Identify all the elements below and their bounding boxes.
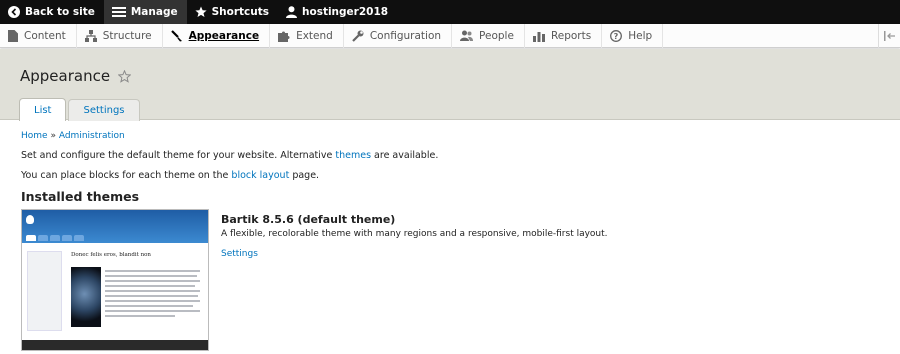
intro-text-1b: are available. — [371, 150, 439, 161]
user-menu-button[interactable]: hostinger2018 — [278, 0, 397, 24]
tray-item-extend[interactable]: Extend — [270, 23, 344, 48]
theme-bartik: Donec felis eros, blandit non Bartik 8.5… — [21, 209, 608, 351]
tray-item-appearance[interactable]: Appearance — [163, 23, 271, 48]
screenshot-tab — [26, 235, 36, 241]
screenshot-text-line — [105, 270, 200, 272]
tray-item-reports[interactable]: Reports — [525, 23, 603, 48]
page-title-text: Appearance — [20, 67, 111, 85]
intro-text-1a: Set and configure the default theme for … — [21, 150, 336, 161]
help-icon: ? — [610, 29, 623, 42]
screenshot-tab — [62, 235, 72, 241]
tray-label-appearance: Appearance — [188, 29, 260, 42]
screenshot-logo — [26, 215, 34, 224]
star-icon — [194, 6, 207, 17]
admin-toolbar: Back to site Manage Shortcuts hostinger2… — [0, 0, 900, 24]
page-title: Appearance — [20, 67, 132, 85]
tray-orientation-toggle[interactable] — [878, 24, 900, 48]
tab-settings[interactable]: Settings — [68, 99, 140, 121]
screenshot-text-line — [105, 305, 193, 307]
orientation-toggle-icon — [883, 31, 895, 41]
shortcuts-label: Shortcuts — [211, 6, 269, 18]
screenshot-text-line — [105, 300, 200, 302]
tray-item-content[interactable]: Content — [0, 23, 77, 48]
tray-label-configuration: Configuration — [369, 29, 442, 42]
screenshot-sidebar — [27, 251, 62, 331]
tray-label-reports: Reports — [550, 29, 592, 42]
tray-item-help[interactable]: ? Help — [602, 23, 664, 48]
screenshot-text-line — [105, 295, 198, 297]
screenshot-footer — [22, 340, 208, 350]
themes-link[interactable]: themes — [335, 150, 371, 161]
theme-name: Bartik 8.5.6 (default theme) — [221, 213, 396, 226]
primary-tabs: List Settings — [19, 98, 142, 121]
wrench-icon — [352, 30, 364, 42]
screenshot-text-line — [105, 310, 200, 312]
screenshot-tab — [38, 235, 48, 241]
tray-label-extend: Extend — [296, 29, 333, 42]
page-header: Appearance List Settings — [0, 49, 900, 121]
menu-icon — [111, 7, 126, 17]
tray-label-help: Help — [628, 29, 653, 42]
breadcrumb-separator: » — [50, 131, 56, 141]
screenshot-text-line — [105, 280, 200, 282]
screenshot-text-line — [105, 315, 175, 317]
tray-item-people[interactable]: People — [452, 23, 525, 48]
intro-text-themes: Set and configure the default theme for … — [21, 150, 881, 161]
screenshot-text-line — [105, 275, 197, 277]
installed-themes-heading: Installed themes — [21, 189, 140, 204]
screenshot-text-line — [105, 285, 195, 287]
back-arrow-icon — [8, 6, 20, 18]
admin-tray: Content Structure Appearance Extend Conf… — [0, 23, 900, 48]
tray-label-structure: Structure — [102, 29, 152, 42]
user-name-label: hostinger2018 — [302, 6, 389, 18]
screenshot-tab — [50, 235, 60, 241]
theme-description: A flexible, recolorable theme with many … — [221, 229, 608, 239]
intro-text-2a: You can place blocks for each theme on t… — [21, 170, 232, 181]
structure-icon — [84, 29, 97, 42]
block-layout-link[interactable]: block layout — [231, 170, 289, 181]
theme-settings-link[interactable]: Settings — [221, 249, 608, 259]
tab-list[interactable]: List — [19, 98, 67, 121]
breadcrumb-home[interactable]: Home — [21, 131, 48, 141]
people-icon — [460, 30, 474, 41]
back-to-site-link[interactable]: Back to site — [0, 0, 104, 24]
screenshot-earth-image — [71, 267, 101, 327]
manage-label: Manage — [130, 6, 178, 18]
breadcrumb: Home » Administration — [21, 131, 881, 141]
main-content: Home » Administration Set and configure … — [21, 131, 881, 204]
user-icon — [286, 6, 297, 18]
paintbrush-icon — [170, 29, 182, 41]
back-to-site-label: Back to site — [25, 6, 95, 18]
intro-text-blocks: You can place blocks for each theme on t… — [21, 170, 881, 181]
tray-label-content: Content — [24, 29, 66, 42]
shortcut-star-icon[interactable] — [118, 69, 132, 83]
screenshot-header — [22, 210, 208, 243]
svg-text:?: ? — [614, 32, 619, 41]
screenshot-title: Donec felis eros, blandit non — [71, 252, 151, 258]
shortcuts-button[interactable]: Shortcuts — [187, 0, 278, 24]
tray-item-structure[interactable]: Structure — [77, 23, 163, 48]
puzzle-icon — [278, 31, 290, 42]
screenshot-tabs — [26, 235, 86, 241]
tray-label-people: People — [479, 29, 514, 42]
intro-text-2b: page. — [289, 170, 320, 181]
bar-chart-icon — [532, 31, 545, 42]
tray-item-configuration[interactable]: Configuration — [344, 23, 453, 48]
theme-screenshot: Donec felis eros, blandit non — [21, 209, 209, 351]
breadcrumb-administration[interactable]: Administration — [59, 131, 125, 141]
manage-button[interactable]: Manage — [103, 0, 187, 24]
theme-info: Bartik 8.5.6 (default theme) A flexible,… — [221, 213, 608, 351]
screenshot-tab — [74, 235, 84, 241]
screenshot-text-line — [105, 290, 200, 292]
file-icon — [8, 29, 18, 42]
